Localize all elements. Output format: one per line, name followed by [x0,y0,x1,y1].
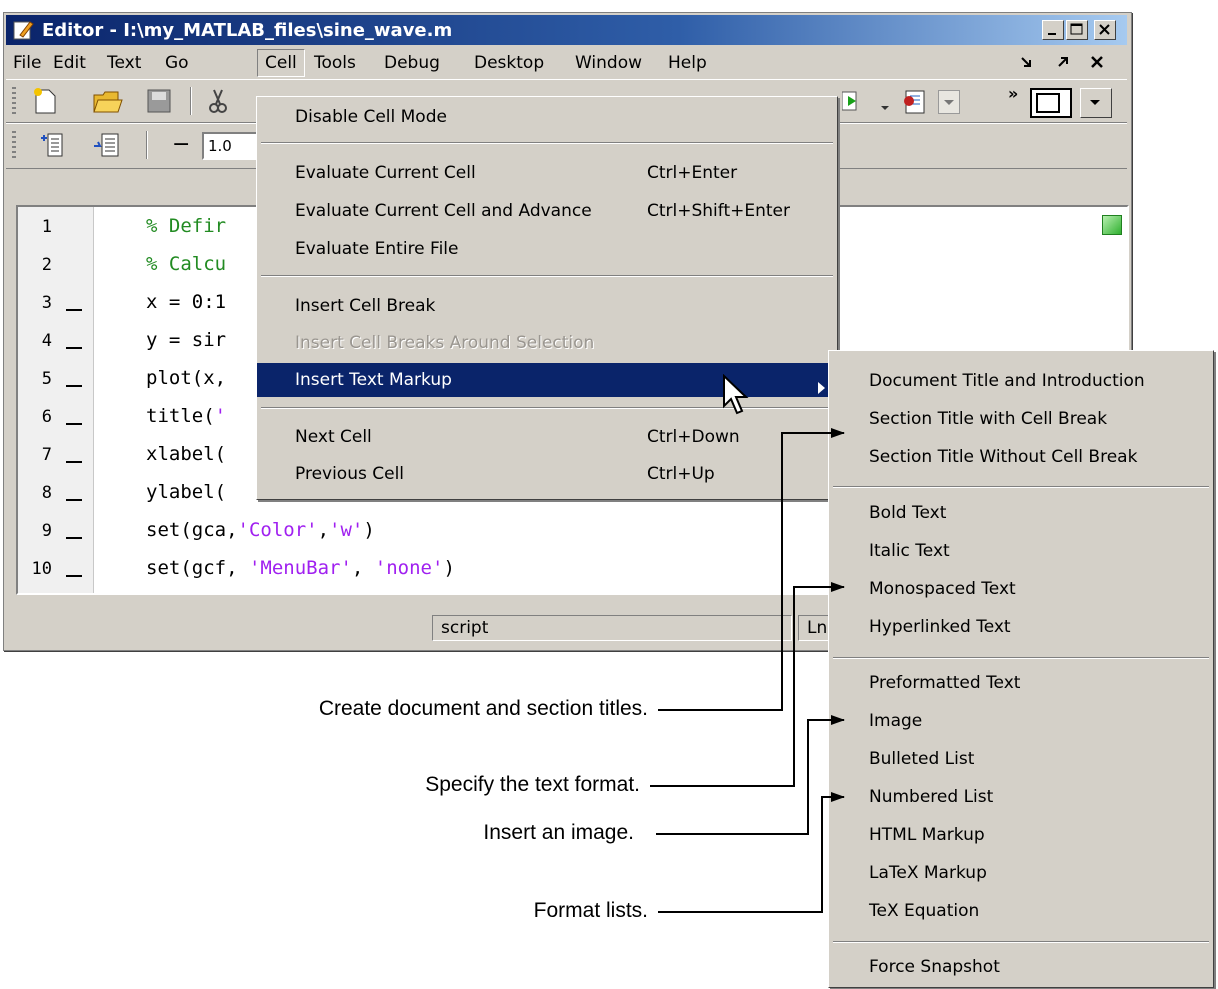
leader-image [656,715,845,835]
leader-titles [658,428,845,711]
leader-text-format [650,582,845,787]
leader-lists [658,792,845,913]
callout-leader-lines [650,428,845,913]
